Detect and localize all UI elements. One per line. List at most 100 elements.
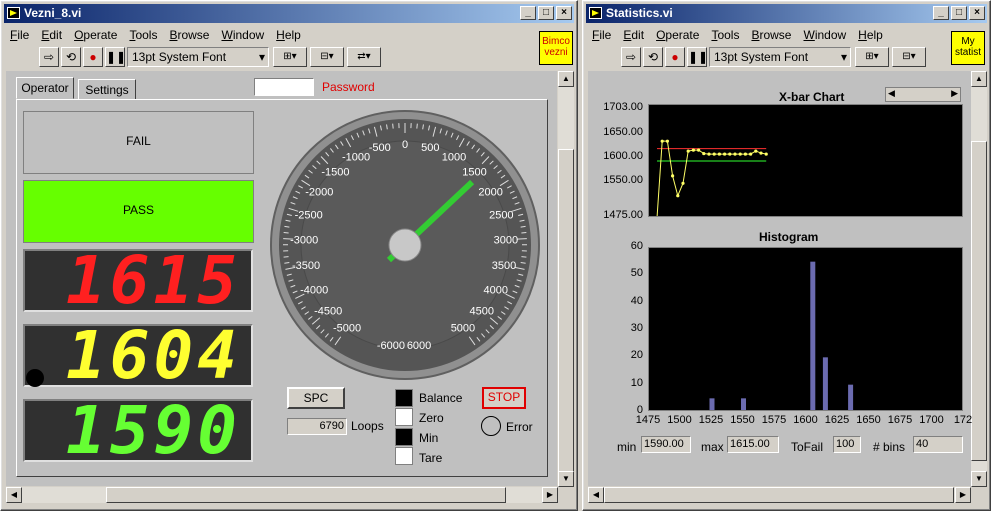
gauge-tick-label: -1000 (342, 152, 370, 164)
minimize-button[interactable]: _ (933, 6, 949, 20)
password-field[interactable] (254, 78, 314, 96)
scroll-down-arrow-icon[interactable]: ▼ (558, 471, 574, 487)
xbar-chart[interactable] (648, 104, 963, 217)
scroll-down-arrow-icon[interactable]: ▼ (971, 471, 987, 487)
xbar-series-line (656, 140, 767, 216)
close-button[interactable]: × (969, 6, 985, 20)
distribute-objects-icon[interactable]: ⊟▾ (892, 47, 926, 67)
maximize-button[interactable]: □ (951, 6, 967, 20)
distribute-objects-icon[interactable]: ⊟▾ (310, 47, 344, 67)
scroll-up-arrow-icon[interactable]: ▲ (971, 71, 987, 87)
menubar: File Edit Operate Tools Browse Window He… (4, 25, 574, 44)
vezni-titlebar[interactable]: Vezni_8.vi _ □ × (4, 4, 574, 23)
password-label: Password (322, 80, 375, 94)
tab-settings[interactable]: Settings (78, 79, 136, 99)
menu-browse[interactable]: Browse (163, 28, 215, 42)
scroll-left-arrow-icon[interactable]: ◀ (6, 487, 22, 503)
spc-button[interactable]: SPC (287, 387, 345, 409)
align-objects-icon[interactable]: ⊞▾ (855, 47, 889, 67)
menu-window[interactable]: Window (797, 28, 852, 42)
horizontal-scrollbar[interactable]: ◀ ▶ (588, 487, 971, 503)
histogram-chart[interactable] (648, 247, 963, 411)
scroll-right-arrow-icon[interactable]: ▶ (951, 88, 958, 99)
minimize-button[interactable]: _ (520, 6, 536, 20)
pause-icon[interactable]: ❚❚ (687, 47, 708, 67)
menu-help[interactable]: Help (270, 28, 307, 42)
scroll-up-arrow-icon[interactable]: ▲ (558, 71, 574, 87)
scroll-thumb[interactable] (558, 149, 574, 479)
horizontal-scrollbar[interactable]: ◀ ▶ (6, 487, 558, 503)
scroll-right-arrow-icon[interactable]: ▶ (542, 487, 558, 503)
bins-field[interactable]: 40 (913, 436, 963, 453)
scroll-left-arrow-icon[interactable]: ◀ (888, 88, 895, 99)
labview-icon (7, 7, 20, 19)
menu-edit[interactable]: Edit (617, 28, 650, 42)
histogram-title: Histogram (759, 230, 819, 244)
run-continuously-icon[interactable]: ⟲ (643, 47, 663, 67)
abort-icon[interactable]: ● (83, 47, 103, 67)
tofail-field[interactable]: 100 (833, 436, 861, 453)
zero-led (395, 408, 413, 426)
reorder-icon[interactable]: ⇄▾ (347, 47, 381, 67)
close-button[interactable]: × (556, 6, 572, 20)
menu-browse[interactable]: Browse (745, 28, 797, 42)
menu-file[interactable]: File (586, 28, 617, 42)
hscroll-thumb[interactable] (604, 487, 954, 503)
tare-led (395, 447, 413, 465)
min-led (395, 428, 413, 446)
max-value-field[interactable]: 1615.00 (727, 436, 779, 453)
scroll-thumb[interactable] (971, 141, 987, 461)
histogram-ytick: 10 (630, 376, 643, 389)
toolbar: ⇨ ⟲ ● ❚❚ 13pt System Font ⊞▾ ⊟▾ (621, 45, 929, 69)
led-dot-indicator (26, 369, 44, 387)
run-arrow-icon[interactable]: ⇨ (39, 47, 59, 67)
menu-tools[interactable]: Tools (705, 28, 745, 42)
font-select[interactable]: 13pt System Font (709, 47, 851, 67)
xbar-point (743, 152, 747, 156)
xbar-point (728, 152, 732, 156)
stop-button[interactable]: STOP (482, 387, 526, 409)
xbar-point (749, 152, 753, 156)
statistics-titlebar[interactable]: Statistics.vi _ □ × (586, 4, 987, 23)
run-continuously-icon[interactable]: ⟲ (61, 47, 81, 67)
vertical-scrollbar[interactable]: ▲ ▼ (558, 71, 574, 487)
menu-operate[interactable]: Operate (68, 28, 123, 42)
histogram-ytick: 50 (630, 267, 643, 280)
run-arrow-icon[interactable]: ⇨ (621, 47, 641, 67)
xbar-point (671, 174, 675, 178)
menu-edit[interactable]: Edit (35, 28, 68, 42)
labview-icon (589, 7, 602, 19)
chart-scroll-control[interactable]: ◀ ▶ (885, 87, 961, 102)
font-select[interactable]: 13pt System Font (127, 47, 269, 67)
max-label: max (701, 440, 724, 454)
histogram-xtick: 1500 (667, 414, 692, 426)
tab-operator[interactable]: Operator (16, 77, 74, 99)
gauge[interactable]: 0 5001000 1500 2000 2500 3000 3500 4000 4500 5000… (269, 109, 541, 381)
vi-icon: Bimco vezni (539, 31, 573, 65)
histogram-xtick: 1525 (698, 414, 724, 426)
scroll-right-arrow-icon[interactable]: ▶ (955, 487, 971, 503)
gauge-tick-label: 1500 (462, 167, 486, 179)
histogram-bar (822, 357, 828, 410)
min-value-field[interactable]: 1590.00 (641, 436, 691, 453)
gauge-tick-label: -2500 (295, 210, 323, 222)
abort-icon[interactable]: ● (665, 47, 685, 67)
menu-tools[interactable]: Tools (123, 28, 163, 42)
menu-file[interactable]: File (4, 28, 35, 42)
maximize-button[interactable]: □ (538, 6, 554, 20)
gauge-tick-label: -4000 (300, 284, 328, 296)
hscroll-thumb[interactable] (106, 487, 506, 503)
toolbar: ⇨ ⟲ ● ❚❚ 13pt System Font ⊞▾ ⊟▾ ⇄▾ (39, 45, 384, 69)
gauge-tick-label: 4000 (484, 284, 508, 296)
gauge-tick-mark (516, 238, 527, 240)
align-objects-icon[interactable]: ⊞▾ (273, 47, 307, 67)
menu-operate[interactable]: Operate (650, 28, 705, 42)
gauge-tick-label: -3000 (290, 235, 318, 247)
histogram-xtick: 1675 (887, 414, 913, 426)
menu-help[interactable]: Help (852, 28, 889, 42)
histogram-xtick: 1625 (824, 414, 850, 426)
menu-window[interactable]: Window (215, 28, 270, 42)
xbar-point (660, 139, 664, 143)
pause-icon[interactable]: ❚❚ (105, 47, 126, 67)
scroll-left-arrow-icon[interactable]: ◀ (588, 487, 604, 503)
